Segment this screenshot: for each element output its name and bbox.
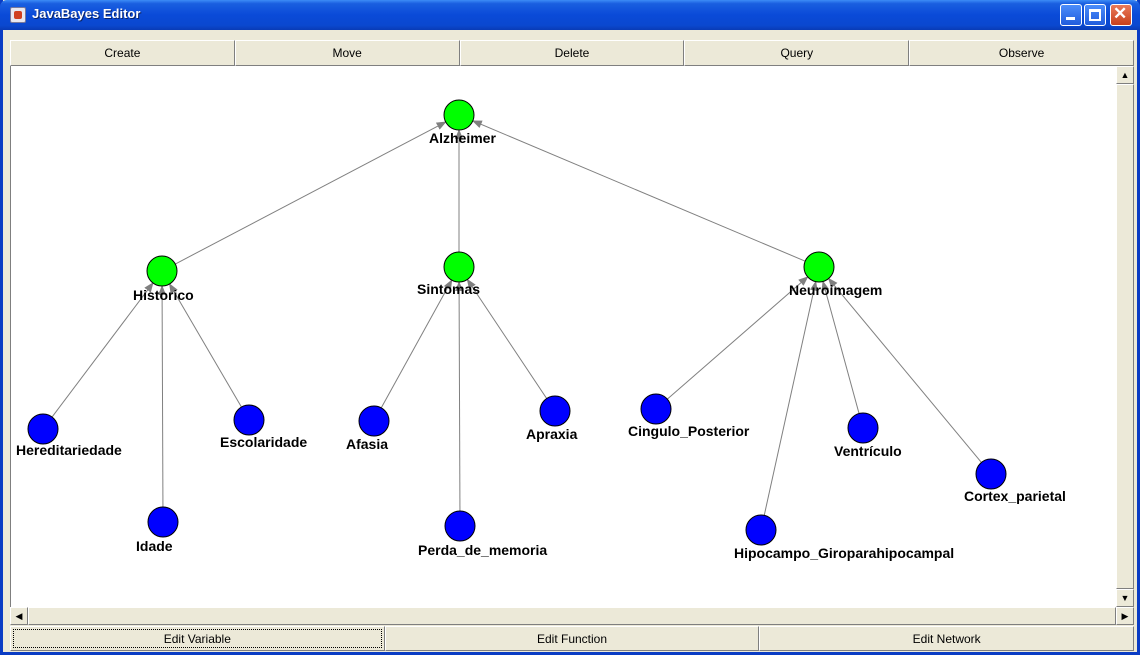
node-alzheimer[interactable]: Alzheimer (429, 99, 496, 146)
node-label-hereditariedade: Hereditariedade (16, 442, 122, 458)
edit-toolbar: Edit Variable Edit Function Edit Network (10, 626, 1135, 651)
edge-idade-to-historico (158, 284, 167, 508)
node-label-neuroimagem: Neuroimagem (789, 282, 882, 298)
node-afasia[interactable]: Afasia (346, 405, 390, 452)
edit-function-button[interactable]: Edit Function (384, 626, 760, 651)
node-apraxia[interactable]: Apraxia (526, 395, 578, 442)
query-button[interactable]: Query (684, 40, 910, 66)
node-circle-ventriculo[interactable] (847, 412, 879, 444)
node-label-ventriculo: Ventrículo (834, 443, 902, 459)
node-circle-apraxia[interactable] (539, 395, 571, 427)
node-circle-sintomas[interactable] (443, 251, 475, 283)
node-label-afasia: Afasia (346, 436, 388, 452)
node-circle-neuroimagem[interactable] (803, 251, 835, 283)
edge-historico-to-alzheimer (175, 121, 447, 265)
node-escolaridade[interactable]: Escolaridade (220, 404, 307, 450)
node-label-cortex: Cortex_parietal (964, 488, 1066, 504)
edge-neuroimagem-to-alzheimer (471, 120, 806, 262)
java-app-icon (10, 7, 26, 23)
edge-perda-to-sintomas (455, 280, 464, 512)
node-label-historico: Historico (133, 287, 194, 303)
node-label-apraxia: Apraxia (526, 426, 578, 442)
horizontal-scroll-thumb[interactable] (28, 607, 1116, 625)
observe-button[interactable]: Observe (909, 40, 1134, 66)
node-sintomas[interactable]: Sintomas (417, 251, 480, 297)
edge-cingulo-to-neuroimagem (666, 276, 809, 400)
vertical-scroll-thumb[interactable] (1116, 84, 1134, 589)
node-circle-alzheimer[interactable] (443, 99, 475, 131)
node-idade[interactable]: Idade (136, 506, 179, 554)
node-cortex[interactable]: Cortex_parietal (964, 458, 1066, 504)
maximize-button[interactable] (1084, 4, 1106, 26)
maximize-icon (1089, 9, 1101, 21)
minimize-button[interactable] (1060, 4, 1082, 26)
node-circle-idade[interactable] (147, 506, 179, 538)
close-icon: ✕ (1113, 4, 1128, 23)
node-circle-hipocampo[interactable] (745, 514, 777, 546)
node-cingulo[interactable]: Cingulo_Posterior (628, 393, 750, 439)
node-historico[interactable]: Historico (133, 255, 194, 303)
edge-apraxia-to-sintomas (466, 278, 548, 399)
edge-ventriculo-to-neuroimagem (821, 280, 860, 414)
node-label-cingulo: Cingulo_Posterior (628, 423, 750, 439)
node-label-hipocampo: Hipocampo_Giroparahipocampal (734, 545, 954, 561)
delete-button[interactable]: Delete (459, 40, 685, 66)
node-label-idade: Idade (136, 538, 173, 554)
node-hereditariedade[interactable]: Hereditariedade (16, 413, 122, 458)
mode-toolbar: Create Move Delete Query Observe (10, 40, 1134, 66)
node-circle-escolaridade[interactable] (233, 404, 265, 436)
close-button[interactable]: ✕ (1110, 4, 1132, 26)
move-button[interactable]: Move (234, 40, 460, 66)
scroll-right-arrow-icon[interactable]: ▶ (1116, 607, 1134, 625)
title-bar[interactable]: JavaBayes Editor ✕ (0, 0, 1140, 30)
network-graph[interactable]: Alzheimer Historico Sintomas Neuroimagem Her… (11, 66, 1116, 607)
minimize-icon (1066, 17, 1075, 20)
node-label-perda: Perda_de_memoria (418, 542, 547, 558)
scroll-down-arrow-icon[interactable]: ▼ (1116, 589, 1134, 607)
edit-variable-button[interactable]: Edit Variable (10, 626, 385, 651)
vertical-scrollbar[interactable]: ▲ ▼ (1116, 66, 1134, 607)
node-circle-historico[interactable] (146, 255, 178, 287)
horizontal-scrollbar[interactable]: ◀ ▶ (10, 607, 1134, 625)
node-circle-afasia[interactable] (358, 405, 390, 437)
node-ventriculo[interactable]: Ventrículo (834, 412, 902, 459)
node-perda[interactable]: Perda_de_memoria (418, 510, 547, 558)
node-label-alzheimer: Alzheimer (429, 130, 496, 146)
scroll-left-arrow-icon[interactable]: ◀ (10, 607, 28, 625)
edge-hipocampo-to-neuroimagem (763, 280, 818, 516)
node-hipocampo[interactable]: Hipocampo_Giroparahipocampal (734, 514, 954, 561)
node-label-escolaridade: Escolaridade (220, 434, 307, 450)
edge-hereditariedade-to-historico (51, 282, 154, 418)
scroll-up-arrow-icon[interactable]: ▲ (1116, 66, 1134, 84)
node-circle-cortex[interactable] (975, 458, 1007, 490)
edit-network-button[interactable]: Edit Network (759, 626, 1135, 651)
network-canvas[interactable]: Alzheimer Historico Sintomas Neuroimagem Her… (10, 66, 1116, 607)
edge-afasia-to-sintomas (380, 279, 453, 409)
node-circle-cingulo[interactable] (640, 393, 672, 425)
node-circle-perda[interactable] (444, 510, 476, 542)
create-button[interactable]: Create (10, 40, 235, 66)
node-circle-hereditariedade[interactable] (27, 413, 59, 445)
node-label-sintomas: Sintomas (417, 281, 480, 297)
window-title: JavaBayes Editor (32, 6, 141, 21)
node-neuroimagem[interactable]: Neuroimagem (789, 251, 882, 298)
